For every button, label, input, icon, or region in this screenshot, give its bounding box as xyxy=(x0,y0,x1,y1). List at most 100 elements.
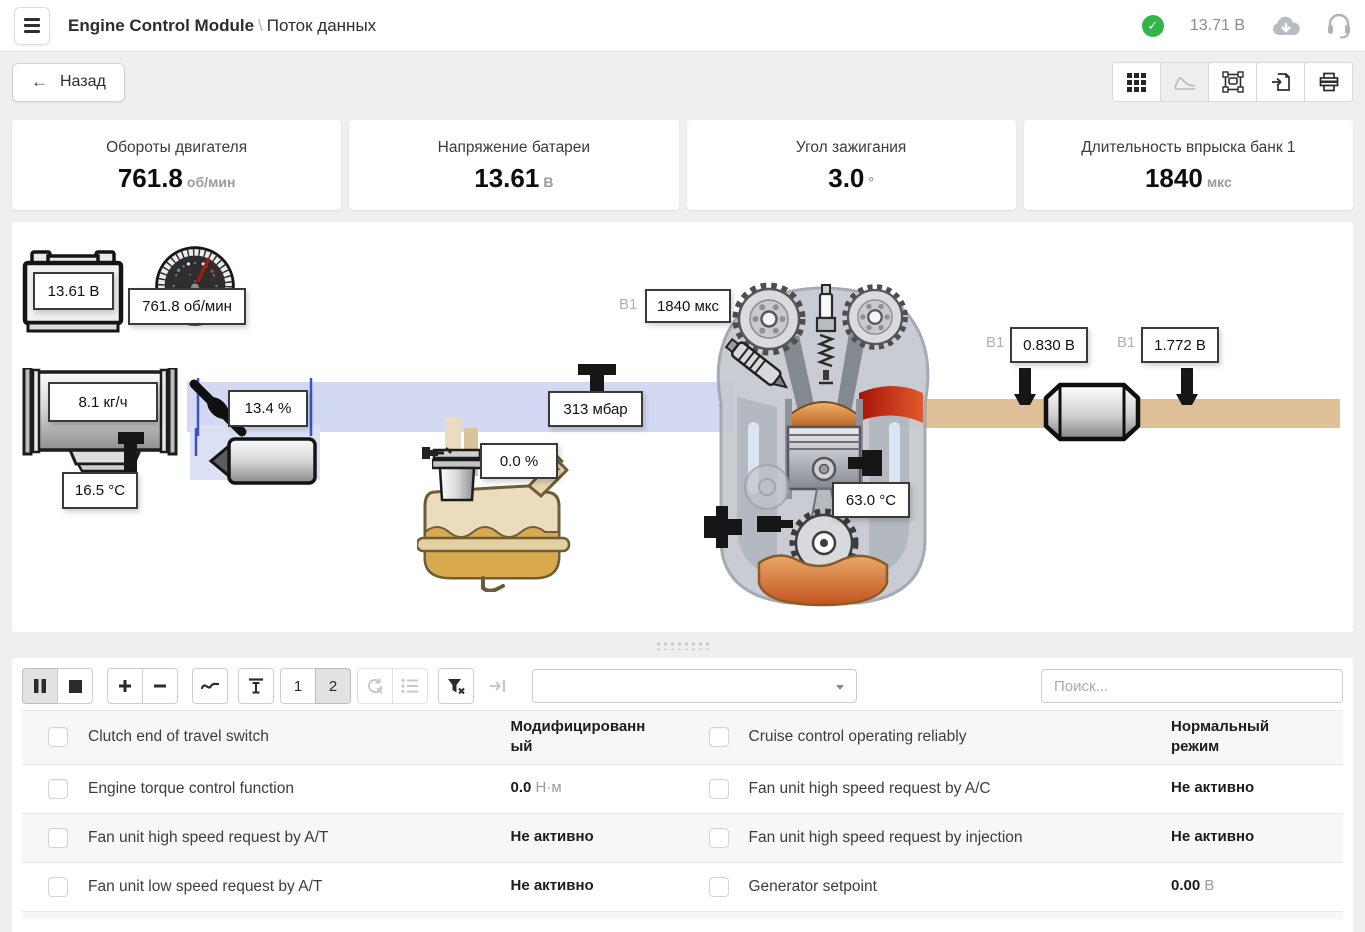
o2-sensor-upstream-icon xyxy=(1012,368,1038,406)
table-row[interactable]: Fan unit low speed request by A/T Не акт… xyxy=(22,863,683,912)
param-name: Cruise control operating reliably xyxy=(749,728,1172,746)
table-row[interactable]: Clutch end of travel switch Модифицирова… xyxy=(22,710,683,765)
table-row[interactable]: Cruise control operating reliably Нормал… xyxy=(683,710,1344,765)
metric-card-injection-duration[interactable]: Длительность впрыска банк 1 1840мкс xyxy=(1024,120,1353,210)
param-unit: Н·м xyxy=(536,779,562,796)
list-icon xyxy=(401,678,419,694)
param-name: Fan unit high speed request by injection xyxy=(749,829,1172,847)
fit-height-button[interactable] xyxy=(238,668,274,704)
metric-unit: об/мин xyxy=(187,174,236,190)
metric-label: Обороты двигателя xyxy=(106,139,247,157)
map-sensor-icon xyxy=(574,364,620,392)
row-checkbox[interactable] xyxy=(48,727,68,747)
table-row[interactable]: Fan unit high speed request by A/T Не ак… xyxy=(22,814,683,863)
param-value: Не активно xyxy=(1171,828,1254,845)
print-button[interactable] xyxy=(1304,62,1353,102)
zoom-in-button[interactable] xyxy=(107,668,143,704)
o2-sensor-downstream-icon xyxy=(1174,368,1200,406)
zoom-out-button[interactable] xyxy=(142,668,178,704)
headset-icon[interactable] xyxy=(1327,13,1351,39)
chart-curve-icon xyxy=(1174,73,1196,91)
metric-unit: ° xyxy=(868,174,874,190)
o2-upstream-box: 0.830 В xyxy=(1010,327,1088,363)
catalytic-converter-illustration xyxy=(1042,382,1142,442)
module-title: Engine Control Module xyxy=(68,16,254,35)
print-icon xyxy=(1318,71,1340,93)
fit-height-icon xyxy=(247,677,265,695)
group-dropdown[interactable] xyxy=(532,669,857,703)
metric-card-rpm[interactable]: Обороты двигателя 761.8об/мин xyxy=(12,120,341,210)
row-checkbox[interactable] xyxy=(709,828,729,848)
splitter-grip-handle[interactable] xyxy=(654,640,712,650)
table-row-partial xyxy=(683,912,1344,919)
view-switch-group xyxy=(1112,62,1353,102)
header-bar: Engine Control Module\Поток данных ✓ 13.… xyxy=(0,0,1365,52)
grid-view-button[interactable] xyxy=(1112,62,1161,102)
o2-downstream-bank-label: B1 xyxy=(1117,334,1135,351)
reset-selection-button[interactable] xyxy=(357,668,393,704)
o2-downstream-box: 1.772 В xyxy=(1141,327,1219,363)
plus-icon xyxy=(118,679,132,693)
param-value: Нормальный режим xyxy=(1171,718,1269,755)
metric-label: Длительность впрыска банк 1 xyxy=(1081,139,1295,157)
param-name: Generator setpoint xyxy=(749,878,1172,896)
search-input[interactable] xyxy=(1041,669,1343,703)
metric-cards: Обороты двигателя 761.8об/мин Напряжение… xyxy=(0,112,1365,210)
export-report-button[interactable] xyxy=(1256,62,1305,102)
arrow-to-bar-icon xyxy=(489,679,507,693)
injection-bank-label: B1 xyxy=(619,296,637,313)
page-2-button[interactable]: 2 xyxy=(315,668,351,704)
manifold-pressure-box: 313 мбар xyxy=(548,391,643,427)
check-icon: ✓ xyxy=(1147,18,1158,34)
intake-temp-sensor-icon xyxy=(116,432,146,474)
table-row[interactable]: Fan unit high speed request by A/C Не ак… xyxy=(683,765,1344,814)
clear-filter-button[interactable] xyxy=(438,668,474,704)
row-checkbox[interactable] xyxy=(709,877,729,897)
parameters-column-right: Cruise control operating reliably Нормал… xyxy=(683,710,1344,919)
purge-valve-icon xyxy=(420,440,454,466)
coolant-temp-box: 63.0 °С xyxy=(832,482,910,518)
hamburger-menu-button[interactable] xyxy=(14,7,50,45)
selected-list-button[interactable] xyxy=(392,668,428,704)
metric-unit: мкс xyxy=(1207,174,1232,190)
metric-value: 1840 xyxy=(1145,163,1203,193)
page-2-label: 2 xyxy=(329,678,337,695)
parameters-table: Clutch end of travel switch Модифицирова… xyxy=(22,710,1343,919)
chart-view-button[interactable] xyxy=(1160,62,1209,102)
throttle-position-box: 13.4 % xyxy=(228,390,308,427)
metric-label: Напряжение батареи xyxy=(438,139,590,157)
row-checkbox[interactable] xyxy=(48,779,68,799)
param-unit: В xyxy=(1204,877,1214,894)
pause-icon xyxy=(33,679,47,693)
param-name: Engine torque control function xyxy=(88,780,511,798)
pause-button[interactable] xyxy=(22,668,58,704)
pin-panel-button[interactable] xyxy=(480,668,516,704)
metric-card-voltage[interactable]: Напряжение батареи 13.61В xyxy=(349,120,678,210)
row-checkbox[interactable] xyxy=(709,779,729,799)
metric-unit: В xyxy=(543,174,553,190)
stop-button[interactable] xyxy=(57,668,93,704)
row-checkbox[interactable] xyxy=(709,727,729,747)
row-checkbox[interactable] xyxy=(48,828,68,848)
crank-sensor-icon xyxy=(757,512,793,536)
knock-sensor-icon xyxy=(704,506,748,548)
metric-value: 3.0 xyxy=(828,163,864,193)
table-row[interactable]: Fan unit high speed request by injection… xyxy=(683,814,1344,863)
table-row[interactable]: Generator setpoint 0.00 В xyxy=(683,863,1344,912)
breadcrumb-separator: \ xyxy=(254,16,267,35)
table-row[interactable]: Engine torque control function 0.0 Н·м xyxy=(22,765,683,814)
back-arrow-icon: ← xyxy=(31,72,48,92)
param-name: Clutch end of travel switch xyxy=(88,728,511,746)
row-checkbox[interactable] xyxy=(48,877,68,897)
cloud-download-icon[interactable] xyxy=(1271,15,1301,37)
stop-icon xyxy=(69,680,82,693)
page-1-button[interactable]: 1 xyxy=(280,668,316,704)
o2-upstream-bank-label: B1 xyxy=(986,334,1004,351)
diagram-view-button[interactable] xyxy=(1208,62,1257,102)
smooth-curve-button[interactable] xyxy=(192,668,228,704)
metric-card-ignition-angle[interactable]: Угол зажигания 3.0° xyxy=(687,120,1016,210)
table-row-partial xyxy=(22,912,683,919)
panel-splitter xyxy=(0,632,1365,658)
back-button[interactable]: ← Назад xyxy=(12,63,125,102)
air-flow-box: 8.1 кг/ч xyxy=(48,382,158,422)
